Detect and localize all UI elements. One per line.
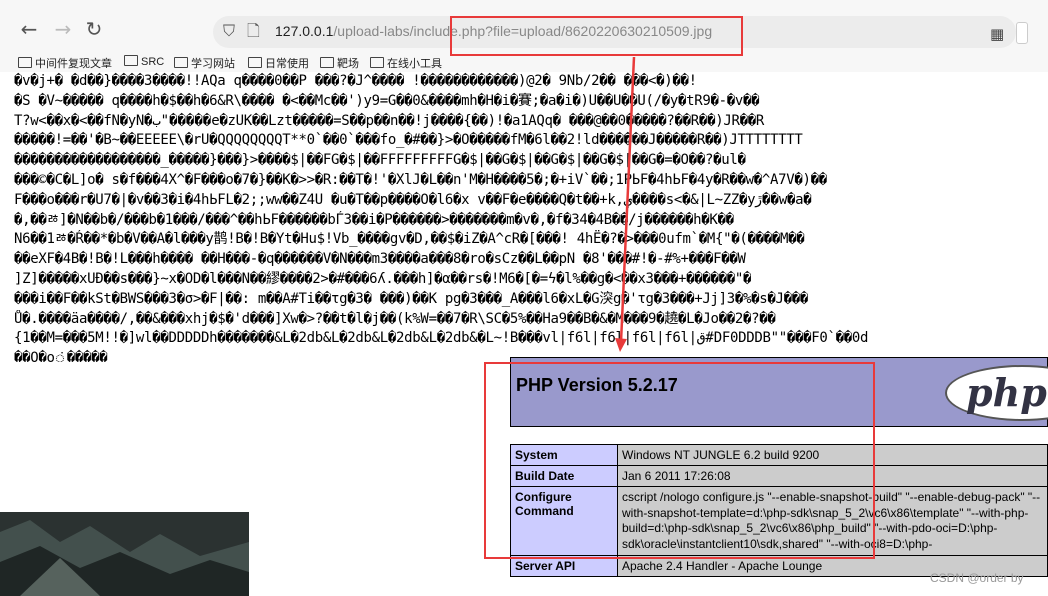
garbage-line: ���i��F��kSt�BWS���3�σ>�F|��: m��A#Ti��τ…: [14, 290, 809, 307]
folder-icon: [248, 57, 262, 68]
annotation-box-phpinfo: [484, 362, 875, 559]
bookmark-item[interactable]: 日常使用: [248, 55, 309, 71]
folder-icon: [174, 57, 188, 68]
garbage-line: �v�j+� �d��}����3����!!AQa q����0��P ���…: [14, 73, 697, 89]
php-logo-text: php: [966, 370, 1047, 415]
annotation-box-url: [450, 16, 743, 56]
bookmark-item[interactable]: SRC: [124, 55, 164, 68]
garbage-line: �,��ﾰ]�N��b�/���b�1���/���^��hЬF������bЃ…: [14, 211, 734, 228]
garbage-line: Ů�.����äa����/,��&���xhj�$�'d���]Xw�>?��…: [14, 310, 776, 327]
bookmark-label: 中间件复现文章: [35, 58, 112, 70]
folder-icon: [124, 55, 138, 66]
garbage-line: ]Z]�����xUĐ��s���}~x�OD�l���N��繆����2>�#…: [14, 270, 752, 287]
bookmark-label: 在线小工具: [387, 58, 442, 70]
bookmark-item[interactable]: 学习网站: [174, 55, 235, 71]
garbage-line: N6��1ﾰ�Ŕ��*�b�V��A�l���y鹊!B�!B�Yt�Hu$!Vb…: [14, 231, 805, 248]
bookmark-item[interactable]: 中间件复现文章: [18, 55, 112, 71]
photo-graphic: [0, 512, 249, 596]
bookmark-label: 日常使用: [265, 58, 309, 70]
bookmark-item[interactable]: 在线小工具: [370, 55, 442, 71]
reload-icon[interactable]: ↻: [83, 18, 105, 40]
bookmark-label: 靶场: [337, 58, 359, 70]
garbage-line: ������������������_�����}���}>����$|��FG…: [14, 152, 746, 169]
bookmark-item[interactable]: 靶场: [320, 55, 359, 71]
folder-icon: [370, 57, 384, 68]
garbage-line: ���©�C�L]o� s�f���4X^�F���o�7�}��K�>>�R:…: [14, 171, 827, 188]
folder-icon: [320, 57, 334, 68]
extension-icon[interactable]: [1016, 22, 1028, 44]
garbage-line: T?w<��x�<��fN�yN�ب"�����e�zUK��Lzt�����=…: [14, 112, 764, 129]
binary-garbage-text: �v�j+� �d��}����3����!!AQa q����0��P ���…: [14, 72, 1048, 362]
garbage-line: �S �V~����� q����h�$��h�6&R\���� �<��Mc�…: [14, 92, 760, 109]
forward-arrow-icon[interactable]: →: [52, 18, 74, 40]
garbage-line: �����!=��'�B~��EEEEE\�rU�QQQQQQQQT**0`��…: [14, 132, 803, 149]
garbage-line: ��eXF�4B�!B�!L���h���� ��H���-�q������V�…: [14, 251, 746, 268]
url-host: 127.0.0.1: [275, 23, 334, 39]
garbage-line: {1��M=���5M!!�]wl��DDDDDh�������&L�2db&L…: [14, 330, 869, 347]
folder-icon: [18, 57, 32, 68]
bookmarks-bar: 中间件复现文章 SRC 学习网站 日常使用 靶场 在线小工具: [0, 54, 1048, 72]
bookmark-label: SRC: [141, 56, 165, 68]
qr-code-icon[interactable]: ▦: [990, 25, 1004, 43]
page-icon[interactable]: 🗋: [247, 21, 260, 41]
shield-icon[interactable]: ⛉: [223, 21, 235, 41]
landscape-photo: [0, 512, 249, 596]
back-arrow-icon[interactable]: ←: [18, 18, 40, 40]
watermark: CSDN @order by: [930, 571, 1024, 585]
bookmark-label: 学习网站: [191, 58, 235, 70]
garbage-line: F���o���r�U7�|�v��3�i�4hЬFL�2;;ww��Z4U �…: [14, 191, 812, 208]
